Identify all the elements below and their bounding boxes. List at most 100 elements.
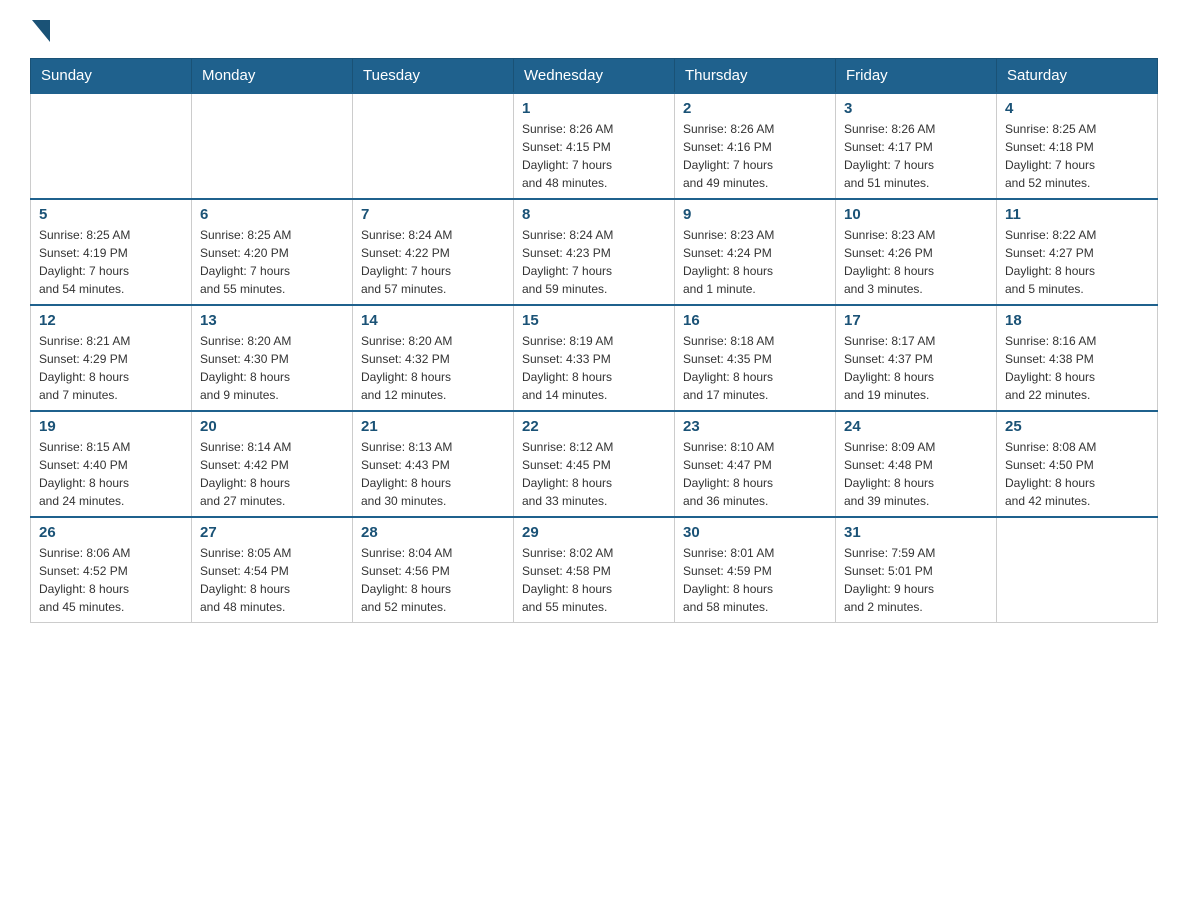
calendar-cell: 23 Sunrise: 8:10 AM Sunset: 4:47 PM Dayli… <box>675 411 836 517</box>
day-info: Sunrise: 7:59 AM Sunset: 5:01 PM Dayligh… <box>844 544 988 616</box>
day-number: 1 <box>522 100 666 117</box>
day-number: 7 <box>361 206 505 223</box>
header-row: SundayMondayTuesdayWednesdayThursdayFrid… <box>31 59 1158 94</box>
day-number: 11 <box>1005 206 1149 223</box>
day-info: Sunrise: 8:24 AM Sunset: 4:22 PM Dayligh… <box>361 226 505 298</box>
day-number: 3 <box>844 100 988 117</box>
day-number: 31 <box>844 524 988 541</box>
week-row-5: 26Sunrise: 8:06 AM Sunset: 4:52 PM Dayli… <box>31 517 1158 623</box>
day-info: Sunrise: 8:18 AM Sunset: 4:35 PM Dayligh… <box>683 332 827 404</box>
day-info: Sunrise: 8:10 AM Sunset: 4:47 PM Dayligh… <box>683 438 827 510</box>
calendar-cell <box>31 93 192 199</box>
day-number: 17 <box>844 312 988 329</box>
day-info: Sunrise: 8:12 AM Sunset: 4:45 PM Dayligh… <box>522 438 666 510</box>
calendar-cell: 20 Sunrise: 8:14 AM Sunset: 4:42 PM Dayli… <box>192 411 353 517</box>
day-info: Sunrise: 8:20 AM Sunset: 4:30 PM Dayligh… <box>200 332 344 404</box>
day-header-saturday: Saturday <box>997 59 1158 94</box>
day-number: 8 <box>522 206 666 223</box>
day-number: 15 <box>522 312 666 329</box>
day-info: Sunrise: 8:02 AM Sunset: 4:58 PM Dayligh… <box>522 544 666 616</box>
calendar-cell: 5 Sunrise: 8:25 AM Sunset: 4:19 PM Daylig… <box>31 199 192 305</box>
day-number: 26 <box>39 524 183 541</box>
calendar-cell: 31 Sunrise: 7:59 AM Sunset: 5:01 PM Dayli… <box>836 517 997 623</box>
calendar-cell <box>997 517 1158 623</box>
day-info: Sunrise: 8:20 AM Sunset: 4:32 PM Dayligh… <box>361 332 505 404</box>
day-number: 30 <box>683 524 827 541</box>
calendar-cell: 17Sunrise: 8:17 AM Sunset: 4:37 PM Dayli… <box>836 305 997 411</box>
day-header-friday: Friday <box>836 59 997 94</box>
day-number: 18 <box>1005 312 1149 329</box>
calendar-cell: 27 Sunrise: 8:05 AM Sunset: 4:54 PM Dayli… <box>192 517 353 623</box>
day-info: Sunrise: 8:15 AM Sunset: 4:40 PM Dayligh… <box>39 438 183 510</box>
day-number: 21 <box>361 418 505 435</box>
day-info: Sunrise: 8:25 AM Sunset: 4:18 PM Dayligh… <box>1005 120 1149 192</box>
day-info: Sunrise: 8:05 AM Sunset: 4:54 PM Dayligh… <box>200 544 344 616</box>
calendar-cell: 19 Sunrise: 8:15 AM Sunset: 4:40 PM Dayli… <box>31 411 192 517</box>
calendar-cell: 6Sunrise: 8:25 AM Sunset: 4:20 PM Daylig… <box>192 199 353 305</box>
logo-triangle-icon <box>32 20 50 42</box>
day-number: 10 <box>844 206 988 223</box>
calendar-cell: 1Sunrise: 8:26 AM Sunset: 4:15 PM Daylig… <box>514 93 675 199</box>
day-info: Sunrise: 8:09 AM Sunset: 4:48 PM Dayligh… <box>844 438 988 510</box>
week-row-1: 1Sunrise: 8:26 AM Sunset: 4:15 PM Daylig… <box>31 93 1158 199</box>
day-info: Sunrise: 8:24 AM Sunset: 4:23 PM Dayligh… <box>522 226 666 298</box>
calendar-cell: 18 Sunrise: 8:16 AM Sunset: 4:38 PM Dayli… <box>997 305 1158 411</box>
calendar-cell: 16 Sunrise: 8:18 AM Sunset: 4:35 PM Dayli… <box>675 305 836 411</box>
day-info: Sunrise: 8:23 AM Sunset: 4:24 PM Dayligh… <box>683 226 827 298</box>
day-number: 20 <box>200 418 344 435</box>
day-number: 24 <box>844 418 988 435</box>
day-header-wednesday: Wednesday <box>514 59 675 94</box>
day-number: 29 <box>522 524 666 541</box>
calendar-cell: 29 Sunrise: 8:02 AM Sunset: 4:58 PM Dayli… <box>514 517 675 623</box>
day-number: 4 <box>1005 100 1149 117</box>
calendar-cell: 2 Sunrise: 8:26 AM Sunset: 4:16 PM Daylig… <box>675 93 836 199</box>
calendar-cell: 24 Sunrise: 8:09 AM Sunset: 4:48 PM Dayli… <box>836 411 997 517</box>
week-row-3: 12 Sunrise: 8:21 AM Sunset: 4:29 PM Dayli… <box>31 305 1158 411</box>
page-header <box>30 20 1158 42</box>
logo <box>30 20 50 42</box>
calendar-cell: 15Sunrise: 8:19 AM Sunset: 4:33 PM Dayli… <box>514 305 675 411</box>
day-header-monday: Monday <box>192 59 353 94</box>
calendar-cell: 25 Sunrise: 8:08 AM Sunset: 4:50 PM Dayli… <box>997 411 1158 517</box>
calendar-cell <box>192 93 353 199</box>
calendar-cell: 8 Sunrise: 8:24 AM Sunset: 4:23 PM Daylig… <box>514 199 675 305</box>
day-number: 6 <box>200 206 344 223</box>
week-row-2: 5 Sunrise: 8:25 AM Sunset: 4:19 PM Daylig… <box>31 199 1158 305</box>
day-info: Sunrise: 8:04 AM Sunset: 4:56 PM Dayligh… <box>361 544 505 616</box>
calendar-cell: 3Sunrise: 8:26 AM Sunset: 4:17 PM Daylig… <box>836 93 997 199</box>
calendar-cell: 22 Sunrise: 8:12 AM Sunset: 4:45 PM Dayli… <box>514 411 675 517</box>
calendar-cell: 30 Sunrise: 8:01 AM Sunset: 4:59 PM Dayli… <box>675 517 836 623</box>
day-number: 5 <box>39 206 183 223</box>
day-info: Sunrise: 8:16 AM Sunset: 4:38 PM Dayligh… <box>1005 332 1149 404</box>
day-info: Sunrise: 8:26 AM Sunset: 4:16 PM Dayligh… <box>683 120 827 192</box>
day-number: 25 <box>1005 418 1149 435</box>
day-number: 16 <box>683 312 827 329</box>
calendar-cell: 11 Sunrise: 8:22 AM Sunset: 4:27 PM Dayli… <box>997 199 1158 305</box>
day-number: 12 <box>39 312 183 329</box>
calendar-cell <box>353 93 514 199</box>
day-number: 19 <box>39 418 183 435</box>
calendar-cell: 13 Sunrise: 8:20 AM Sunset: 4:30 PM Dayli… <box>192 305 353 411</box>
calendar-cell: 4 Sunrise: 8:25 AM Sunset: 4:18 PM Daylig… <box>997 93 1158 199</box>
day-number: 22 <box>522 418 666 435</box>
day-number: 13 <box>200 312 344 329</box>
day-info: Sunrise: 8:13 AM Sunset: 4:43 PM Dayligh… <box>361 438 505 510</box>
calendar-table: SundayMondayTuesdayWednesdayThursdayFrid… <box>30 58 1158 623</box>
day-info: Sunrise: 8:23 AM Sunset: 4:26 PM Dayligh… <box>844 226 988 298</box>
calendar-cell: 10 Sunrise: 8:23 AM Sunset: 4:26 PM Dayli… <box>836 199 997 305</box>
day-info: Sunrise: 8:22 AM Sunset: 4:27 PM Dayligh… <box>1005 226 1149 298</box>
day-info: Sunrise: 8:01 AM Sunset: 4:59 PM Dayligh… <box>683 544 827 616</box>
calendar-cell: 12 Sunrise: 8:21 AM Sunset: 4:29 PM Dayli… <box>31 305 192 411</box>
day-number: 27 <box>200 524 344 541</box>
week-row-4: 19 Sunrise: 8:15 AM Sunset: 4:40 PM Dayli… <box>31 411 1158 517</box>
day-number: 14 <box>361 312 505 329</box>
day-number: 23 <box>683 418 827 435</box>
calendar-cell: 28Sunrise: 8:04 AM Sunset: 4:56 PM Dayli… <box>353 517 514 623</box>
day-number: 2 <box>683 100 827 117</box>
calendar-cell: 14 Sunrise: 8:20 AM Sunset: 4:32 PM Dayli… <box>353 305 514 411</box>
calendar-cell: 7 Sunrise: 8:24 AM Sunset: 4:22 PM Daylig… <box>353 199 514 305</box>
day-info: Sunrise: 8:25 AM Sunset: 4:19 PM Dayligh… <box>39 226 183 298</box>
day-info: Sunrise: 8:08 AM Sunset: 4:50 PM Dayligh… <box>1005 438 1149 510</box>
day-info: Sunrise: 8:21 AM Sunset: 4:29 PM Dayligh… <box>39 332 183 404</box>
day-info: Sunrise: 8:14 AM Sunset: 4:42 PM Dayligh… <box>200 438 344 510</box>
